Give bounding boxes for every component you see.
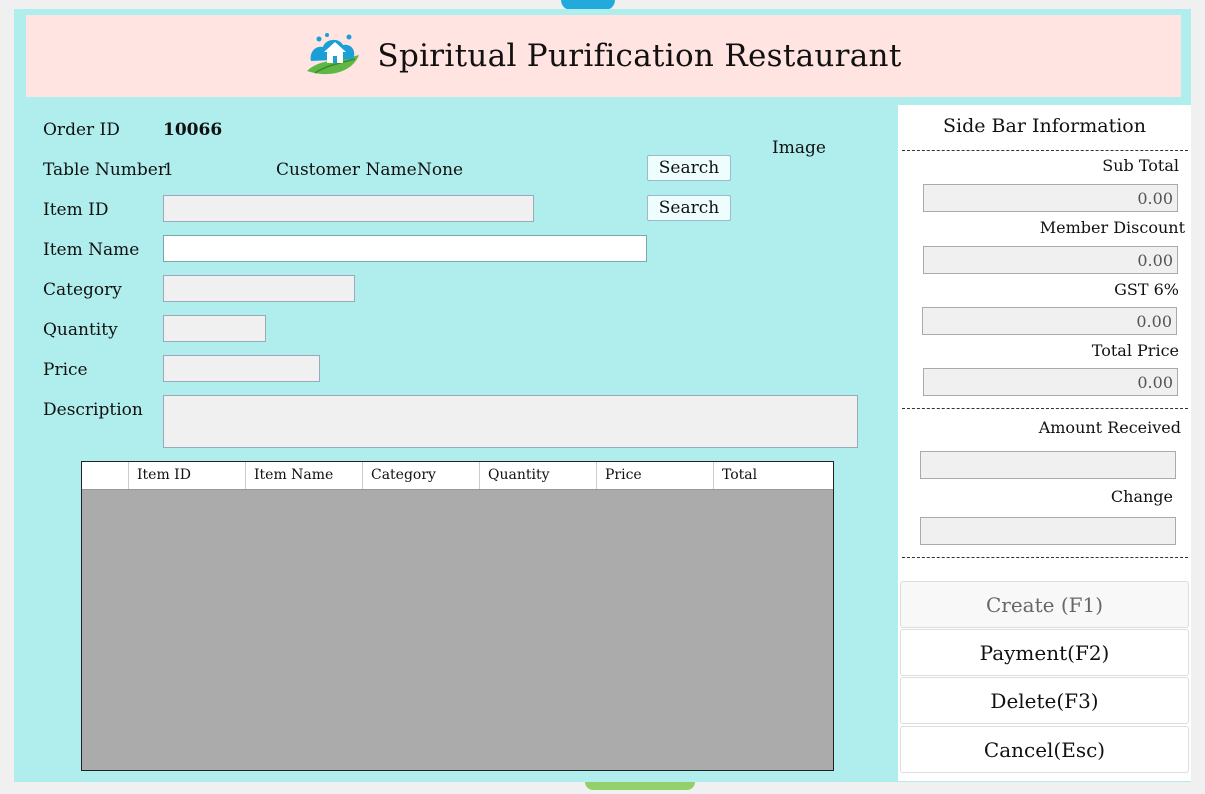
gst-field[interactable]: 0.00 xyxy=(922,307,1177,335)
header-banner: Spiritual Purification Restaurant xyxy=(26,15,1181,97)
table-number-value: 1 xyxy=(163,160,174,180)
create-button[interactable]: Create (F1) xyxy=(900,581,1189,628)
grid-header-item-id[interactable]: Item ID xyxy=(129,462,246,489)
item-name-label: Item Name xyxy=(43,240,140,260)
category-label: Category xyxy=(43,280,122,300)
grid-header-select[interactable] xyxy=(82,462,129,489)
sidebar-title: Side Bar Information xyxy=(943,115,1146,137)
table-number-label: Table Number xyxy=(43,160,166,180)
customer-search-button[interactable]: Search xyxy=(647,155,731,181)
price-input[interactable] xyxy=(163,355,320,382)
quantity-label: Quantity xyxy=(43,320,118,340)
payment-button[interactable]: Payment(F2) xyxy=(900,629,1189,676)
total-price-field[interactable]: 0.00 xyxy=(923,368,1178,396)
change-field[interactable] xyxy=(920,517,1176,545)
item-id-input[interactable] xyxy=(163,195,534,222)
gst-label: GST 6% xyxy=(1114,280,1179,299)
amount-received-label: Amount Received xyxy=(1038,418,1181,437)
order-id-label: Order ID xyxy=(43,120,120,140)
grid-header-quantity[interactable]: Quantity xyxy=(480,462,597,489)
member-discount-label: Member Discount xyxy=(1039,218,1185,237)
image-label: Image xyxy=(772,138,826,158)
background-decoration-bottom xyxy=(585,782,695,790)
sidebar-panel: Side Bar Information Sub Total 0.00 Memb… xyxy=(898,105,1191,781)
grid-header-total[interactable]: Total xyxy=(714,462,833,489)
category-input[interactable] xyxy=(163,275,355,302)
grid-header-item-name[interactable]: Item Name xyxy=(246,462,363,489)
app-title: Spiritual Purification Restaurant xyxy=(377,38,902,74)
grid-header-category[interactable]: Category xyxy=(363,462,480,489)
cancel-button[interactable]: Cancel(Esc) xyxy=(900,726,1189,773)
sidebar-divider xyxy=(902,557,1188,558)
grid-header-price[interactable]: Price xyxy=(597,462,714,489)
sidebar-divider xyxy=(902,150,1188,151)
quantity-input[interactable] xyxy=(163,315,266,342)
price-label: Price xyxy=(43,360,88,380)
order-id-value: 10066 xyxy=(163,120,223,140)
item-search-button[interactable]: Search xyxy=(647,195,731,221)
description-textarea[interactable] xyxy=(163,395,858,448)
sidebar-divider xyxy=(902,408,1188,409)
order-items-grid[interactable]: Item ID Item Name Category Quantity Pric… xyxy=(81,461,834,771)
amount-received-input[interactable] xyxy=(920,451,1176,479)
house-leaf-logo-icon xyxy=(307,33,360,75)
main-window: Spiritual Purification Restaurant Order … xyxy=(14,9,1191,782)
delete-button[interactable]: Delete(F3) xyxy=(900,677,1189,724)
total-price-label: Total Price xyxy=(1091,341,1179,360)
member-discount-field[interactable]: 0.00 xyxy=(923,246,1178,274)
description-label: Description xyxy=(43,400,143,420)
item-name-input[interactable] xyxy=(163,235,647,262)
change-label: Change xyxy=(1110,487,1173,506)
sub-total-label: Sub Total xyxy=(1102,156,1179,175)
customer-name-value: None xyxy=(417,160,464,180)
item-id-label: Item ID xyxy=(43,200,109,220)
sub-total-field[interactable]: 0.00 xyxy=(923,184,1178,212)
grid-header-row: Item ID Item Name Category Quantity Pric… xyxy=(82,462,833,490)
customer-name-label: Customer Name xyxy=(276,160,417,180)
